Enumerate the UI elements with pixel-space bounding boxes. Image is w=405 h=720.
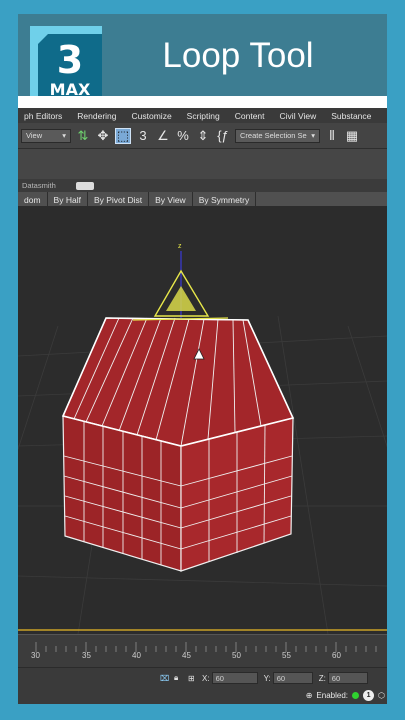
selection-lock-icon[interactable]: ⌧ — [160, 674, 174, 683]
menu-content[interactable]: Content — [229, 111, 274, 121]
command-panel-gap — [18, 149, 387, 179]
video-title: Loop Tool — [162, 36, 314, 75]
app-window: ph Editors Rendering Customize Scripting… — [18, 96, 387, 704]
globe-icon[interactable]: ⊕ — [306, 691, 313, 700]
move-icon[interactable]: ✥ — [95, 128, 111, 144]
menu-graph-editors[interactable]: ph Editors — [18, 111, 71, 121]
enabled-label: Enabled: — [316, 690, 349, 700]
select-object-icon[interactable]: ⬚ — [115, 127, 131, 144]
menu-substance[interactable]: Substance — [325, 111, 380, 121]
viewport-scene: z — [18, 243, 387, 634]
cube-icon[interactable]: ⬡ — [378, 691, 385, 700]
named-selection-set-select[interactable]: Create Selection Se ▾ — [235, 128, 320, 143]
pivot-icon[interactable]: ⇅ — [75, 128, 91, 144]
snap-3d-icon[interactable]: 3 — [135, 128, 151, 144]
absolute-mode-icon[interactable]: ⊞ — [188, 674, 202, 683]
menu-rendering[interactable]: Rendering — [71, 111, 125, 121]
timeline-label: 45 — [182, 651, 191, 660]
z-label: Z: — [318, 673, 326, 683]
chevron-down-icon: ▾ — [62, 131, 66, 140]
svg-text:z: z — [178, 243, 182, 250]
mirror-icon[interactable]: ⫴ — [324, 128, 340, 144]
percent-snap-icon[interactable]: % — [175, 128, 191, 144]
z-coordinate-field[interactable]: 60 — [327, 672, 368, 684]
y-coordinate-field[interactable]: 60 — [272, 672, 313, 684]
mesh-object[interactable] — [61, 317, 295, 572]
ribbon-tab-datasmith[interactable]: Datasmith — [22, 181, 56, 190]
status-bar: ⌧ 🔒︎ ⊞ X: 60 Y: 60 Z: 60 ⊕ Enabled: 1 ⬡ — [18, 667, 387, 704]
ribbon-toggle-icon[interactable] — [75, 181, 94, 190]
enabled-count-badge: 1 — [363, 689, 375, 701]
timeline-label: 60 — [332, 651, 341, 660]
logo-number: 3 — [56, 38, 84, 82]
video-header: 3 MAX Loop Tool — [18, 14, 387, 100]
ribbon-tabs: Datasmith — [18, 179, 387, 192]
menu-bar: ph Editors Rendering Customize Scripting… — [18, 108, 387, 123]
outer-frame — [0, 0, 405, 14]
main-toolbar: View ▾ ⇅ ✥ ⬚ 3 ∠ % ⇕ {ƒ Create Selection … — [18, 123, 387, 149]
timeline-label: 40 — [132, 651, 141, 660]
y-label: Y: — [263, 673, 271, 683]
align-icon[interactable]: ▦ — [344, 128, 360, 144]
reference-coordinate-select[interactable]: View ▾ — [21, 128, 71, 143]
title-strip — [18, 96, 387, 108]
menu-scripting[interactable]: Scripting — [181, 111, 229, 121]
menu-customize[interactable]: Customize — [126, 111, 181, 121]
angle-snap-icon[interactable]: ∠ — [155, 128, 171, 144]
timeline-ruler[interactable]: 30 35 40 45 50 55 60 — [18, 634, 387, 667]
timeline-label: 55 — [282, 651, 291, 660]
timeline-label: 50 — [232, 651, 241, 660]
spinner-snap-icon[interactable]: ⇕ — [195, 128, 211, 144]
outer-frame-bottom — [0, 704, 405, 720]
menu-civil-view[interactable]: Civil View — [274, 111, 326, 121]
status-dot-icon — [352, 691, 360, 699]
timeline-label: 30 — [31, 651, 40, 660]
3dsmax-logo: 3 MAX — [30, 26, 102, 100]
lock-icon[interactable]: 🔒︎ — [174, 673, 188, 683]
x-coordinate-field[interactable]: 60 — [211, 672, 258, 684]
x-label: X: — [202, 673, 210, 683]
edit-named-selection-icon[interactable]: {ƒ — [215, 128, 231, 144]
timeline-ticks — [35, 642, 377, 652]
chevron-down-icon: ▾ — [311, 131, 315, 140]
perspective-viewport[interactable]: z — [18, 206, 387, 634]
timeline-label: 35 — [82, 651, 91, 660]
